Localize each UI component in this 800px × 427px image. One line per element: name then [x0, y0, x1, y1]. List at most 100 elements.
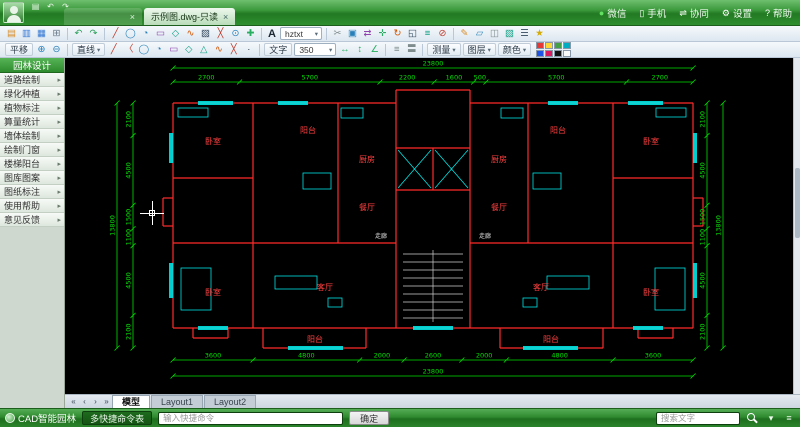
sidebar-item-8[interactable]: 图纸标注 ▸ — [0, 185, 64, 199]
dim-aligned-icon[interactable]: ↕ — [352, 43, 367, 56]
floor-plan-drawing[interactable]: 阳台 阳台卧室 卧室厨房 厨房餐厅 餐厅客厅 客厅卧室 卧室阳台 阳台走廊 走廊2700 5700… — [103, 58, 763, 394]
pan-button[interactable]: 平移 — [5, 43, 34, 56]
search-input[interactable] — [656, 411, 740, 425]
color-swatch-4[interactable] — [536, 50, 545, 57]
menu-icon[interactable]: ≡ — [783, 413, 795, 423]
text-size-select[interactable]: 350 ▾ — [294, 43, 337, 56]
hatch-tool-icon[interactable]: ▨ — [198, 27, 213, 40]
document-tab-inactive[interactable]: × — [64, 8, 142, 25]
color-swatch-0[interactable] — [536, 42, 545, 49]
layout-tab-layout1[interactable]: Layout1 — [151, 395, 204, 408]
text-button[interactable]: 文字 — [264, 43, 293, 56]
open-file-icon[interactable]: ▥ — [19, 27, 34, 40]
layout-nav-arrow-3[interactable]: » — [101, 397, 112, 406]
polygon-tool-icon[interactable]: ◇ — [168, 27, 183, 40]
arc-tool-icon[interactable]: ◔ — [138, 27, 153, 40]
layout-nav-arrow-0[interactable]: « — [68, 397, 79, 406]
line-tool-icon[interactable]: ╱ — [108, 27, 123, 40]
color-button[interactable]: 颜色 ▾ — [497, 43, 532, 56]
edit-icon[interactable]: ✎ — [457, 27, 472, 40]
sidebar-item-2[interactable]: 植物标注 ▸ — [0, 101, 64, 115]
rectangle-icon[interactable]: ▭ — [166, 43, 181, 56]
color-swatch-5[interactable] — [545, 50, 554, 57]
redo-quick-icon[interactable]: ↷ — [60, 2, 71, 11]
ok-button[interactable]: 确定 — [349, 411, 390, 425]
vertical-scrollbar[interactable] — [793, 58, 800, 394]
menu-icon[interactable]: ▤ — [30, 2, 41, 11]
color-swatch-6[interactable] — [554, 50, 563, 57]
polyline-icon[interactable]: 〈 — [121, 43, 136, 56]
viewport-icon[interactable]: ◫ — [487, 27, 502, 40]
distribute-icon[interactable]: 〓 — [404, 43, 419, 56]
layout-tab-模型[interactable]: 模型 — [112, 395, 151, 408]
dim-angular-icon[interactable]: ∠ — [367, 43, 382, 56]
undo-icon[interactable]: ↶ — [71, 27, 86, 40]
point-icon[interactable]: · — [241, 43, 256, 56]
sidebar-item-10[interactable]: 意见反馈 ▸ — [0, 213, 64, 227]
spline-tool-icon[interactable]: ∿ — [183, 27, 198, 40]
wechat-button[interactable]: ● 微信 — [599, 6, 626, 20]
block-icon[interactable]: ▱ — [472, 27, 487, 40]
color-swatch-1[interactable] — [545, 42, 554, 49]
undo-quick-icon[interactable]: ↶ — [45, 2, 56, 11]
layout-nav-arrow-2[interactable]: › — [90, 397, 101, 406]
polygon-icon[interactable]: ◇ — [181, 43, 196, 56]
layer-button[interactable]: 图层 ▾ — [462, 43, 496, 56]
sidebar-item-3[interactable]: 算量统计 ▸ — [0, 115, 64, 129]
measure-button[interactable]: 测量 ▾ — [427, 43, 461, 56]
sidebar-item-7[interactable]: 图库图案 ▸ — [0, 171, 64, 185]
user-avatar[interactable] — [3, 2, 24, 23]
segment-icon[interactable]: ╱ — [106, 43, 121, 56]
fill-icon[interactable]: ▧ — [502, 27, 517, 40]
delete-icon[interactable]: ⊘ — [435, 27, 450, 40]
font-select[interactable]: hztxt ▾ — [280, 27, 322, 40]
drawing-canvas[interactable]: 阳台 阳台 卧室 卧室 厨房 厨房 餐厅 餐厅 客厅 客厅 卧室 卧室 阳台 阳台 走廊 走廊 2700 5700… — [65, 58, 800, 394]
align-icon[interactable]: ≡ — [389, 43, 404, 56]
layout-nav-arrow-1[interactable]: ‹ — [79, 397, 90, 406]
circle-icon[interactable]: ◯ — [136, 43, 151, 56]
arc-icon[interactable]: ◔ — [151, 43, 166, 56]
line-button[interactable]: 直线 ▾ — [72, 43, 106, 56]
redo-icon[interactable]: ↷ — [86, 27, 101, 40]
new-file-icon[interactable]: ▤ — [4, 27, 19, 40]
point-tool-icon[interactable]: ⊙ — [228, 27, 243, 40]
rect-tool-icon[interactable]: ▭ — [153, 27, 168, 40]
command-input[interactable] — [158, 411, 344, 425]
circle-tool-icon[interactable]: ◯ — [123, 27, 138, 40]
zoom-in-icon[interactable]: ⊕ — [34, 43, 49, 56]
color-swatch-7[interactable] — [563, 50, 572, 57]
mirror-icon[interactable]: ⇄ — [360, 27, 375, 40]
move-icon[interactable]: ✛ — [375, 27, 390, 40]
text-style-icon[interactable]: A — [265, 28, 279, 40]
favorites-icon[interactable]: ★ — [532, 27, 547, 40]
collab-button[interactable]: ⇌ 协同 — [679, 6, 709, 20]
phone-button[interactable]: ▯ 手机 — [639, 6, 666, 20]
dropdown-icon[interactable]: ▾ — [765, 413, 777, 424]
properties-icon[interactable]: ☰ — [517, 27, 532, 40]
scrollbar-thumb[interactable] — [795, 168, 800, 238]
erase-tool-icon[interactable]: ╳ — [213, 27, 228, 40]
construction-line-icon[interactable]: ╳ — [226, 43, 241, 56]
dim-linear-icon[interactable]: ↔ — [337, 43, 352, 56]
sidebar-item-0[interactable]: 道路绘制 ▸ — [0, 73, 64, 87]
sidebar-item-6[interactable]: 楼梯阳台 ▸ — [0, 157, 64, 171]
sidebar-item-1[interactable]: 绿化种植 ▸ — [0, 87, 64, 101]
layout-tab-layout2[interactable]: Layout2 — [204, 395, 257, 408]
spline-icon[interactable]: ∿ — [211, 43, 226, 56]
document-tab-active[interactable]: 示例图.dwg-只读 × — [144, 8, 236, 25]
rotate-icon[interactable]: ↻ — [390, 27, 405, 40]
array-icon[interactable]: ≡ — [420, 27, 435, 40]
help-button[interactable]: ? 帮助 — [765, 6, 792, 20]
sidebar-item-5[interactable]: 绘制门窗 ▸ — [0, 143, 64, 157]
close-tab-icon[interactable]: × — [130, 12, 135, 22]
color-swatch-2[interactable] — [554, 42, 563, 49]
save-file-icon[interactable]: ▦ — [34, 27, 49, 40]
quick-command-list-button[interactable]: 多快捷命令表 — [82, 411, 153, 425]
close-tab-icon[interactable]: × — [223, 12, 228, 22]
color-swatch-3[interactable] — [563, 42, 572, 49]
triangle-icon[interactable]: △ — [196, 43, 211, 56]
sidebar-item-9[interactable]: 使用帮助 ▸ — [0, 199, 64, 213]
sidebar-item-4[interactable]: 墙体绘制 ▸ — [0, 129, 64, 143]
zoom-out-icon[interactable]: ⊖ — [49, 43, 64, 56]
copy-icon[interactable]: ▣ — [345, 27, 360, 40]
